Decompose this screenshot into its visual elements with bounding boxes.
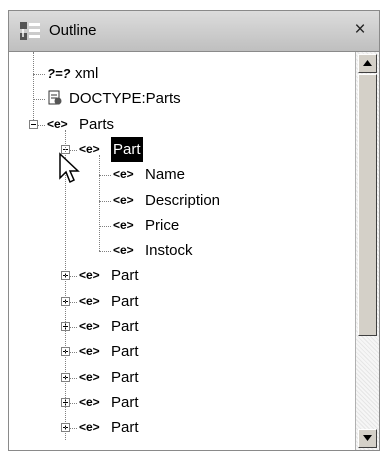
tree-row[interactable]: <e> Description	[9, 188, 349, 213]
tree-node-label[interactable]: Parts	[79, 112, 114, 137]
collapse-icon[interactable]	[29, 119, 38, 129]
tree-row[interactable]: ?=? xml	[9, 61, 349, 86]
tree-row[interactable]: <e> Instock	[9, 238, 349, 263]
scroll-up-button[interactable]	[358, 54, 377, 73]
tree-guide-line	[33, 52, 34, 120]
element-icon: <e>	[113, 217, 134, 232]
tree-node-label[interactable]: Price	[145, 213, 179, 238]
arrow-up-icon	[363, 60, 372, 66]
tree-connector	[33, 74, 45, 75]
tree-row[interactable]: <e> Part	[9, 314, 349, 339]
outline-tree[interactable]: ?=? xml DOCTYPE:Parts <e> Parts <e> Part <e> Nam…	[9, 52, 354, 450]
tree-row[interactable]: <e> Part	[9, 339, 349, 364]
tree-connector	[99, 225, 111, 227]
element-icon: <e>	[79, 141, 100, 156]
tree-row[interactable]: DOCTYPE:Parts	[9, 86, 349, 111]
tree-node-label[interactable]: Instock	[145, 238, 193, 263]
element-icon: <e>	[113, 167, 134, 182]
element-icon: <e>	[113, 243, 134, 258]
tree-node-label[interactable]: Part	[111, 289, 139, 314]
close-icon[interactable]: ×	[349, 19, 371, 41]
tree-node-label[interactable]: Part	[111, 390, 139, 415]
xml-declaration-icon: ?=?	[47, 66, 71, 81]
scroll-down-button[interactable]	[358, 429, 377, 448]
element-icon: <e>	[79, 369, 100, 384]
element-icon: <e>	[79, 293, 100, 308]
outline-view-icon	[19, 20, 41, 42]
tree-node-label[interactable]: xml	[75, 61, 98, 86]
element-icon: <e>	[113, 192, 134, 207]
panel-title: Outline	[49, 22, 97, 39]
tree-connector	[33, 99, 45, 101]
element-icon: <e>	[79, 394, 100, 409]
tree-node-label[interactable]: Name	[145, 162, 185, 187]
tree-connector	[99, 175, 111, 177]
tree-row[interactable]: <e> Price	[9, 213, 349, 238]
tree-row[interactable]: <e> Part	[9, 415, 349, 440]
tree-connector	[99, 251, 111, 253]
tree-row[interactable]: <e> Part	[9, 390, 349, 415]
tree-row[interactable]: <e> Parts	[9, 112, 349, 137]
scrollbar-thumb[interactable]	[358, 74, 377, 336]
tree-row[interactable]: <e> Part	[9, 263, 349, 288]
tree-node-label[interactable]: Part	[111, 263, 139, 288]
tree-row[interactable]: <e> Part	[9, 365, 349, 390]
doctype-icon	[47, 86, 63, 111]
tree-node-label[interactable]: Part	[111, 136, 143, 162]
tree-node-label[interactable]: Description	[145, 188, 220, 213]
tree-node-label[interactable]: Part	[111, 314, 139, 339]
element-icon: <e>	[79, 344, 100, 359]
arrow-down-icon	[363, 435, 372, 441]
mouse-cursor-icon	[59, 152, 80, 184]
element-icon: <e>	[79, 420, 100, 435]
tree-node-label[interactable]: DOCTYPE:Parts	[69, 86, 181, 111]
element-icon: <e>	[79, 268, 100, 283]
vertical-scrollbar[interactable]	[355, 52, 379, 450]
outline-panel: Outline × ?=? xml DOCTYPE:Parts <e> Parts <e>…	[8, 10, 380, 451]
tree-node-label[interactable]: Part	[111, 339, 139, 364]
tree-node-label[interactable]: Part	[111, 365, 139, 390]
tree-row[interactable]: <e> Part	[9, 289, 349, 314]
tree-node-label[interactable]: Part	[111, 415, 139, 440]
tree-guide-line	[99, 154, 100, 252]
element-icon: <e>	[79, 319, 100, 333]
tree-connector	[99, 200, 111, 202]
panel-titlebar: Outline ×	[9, 11, 379, 52]
